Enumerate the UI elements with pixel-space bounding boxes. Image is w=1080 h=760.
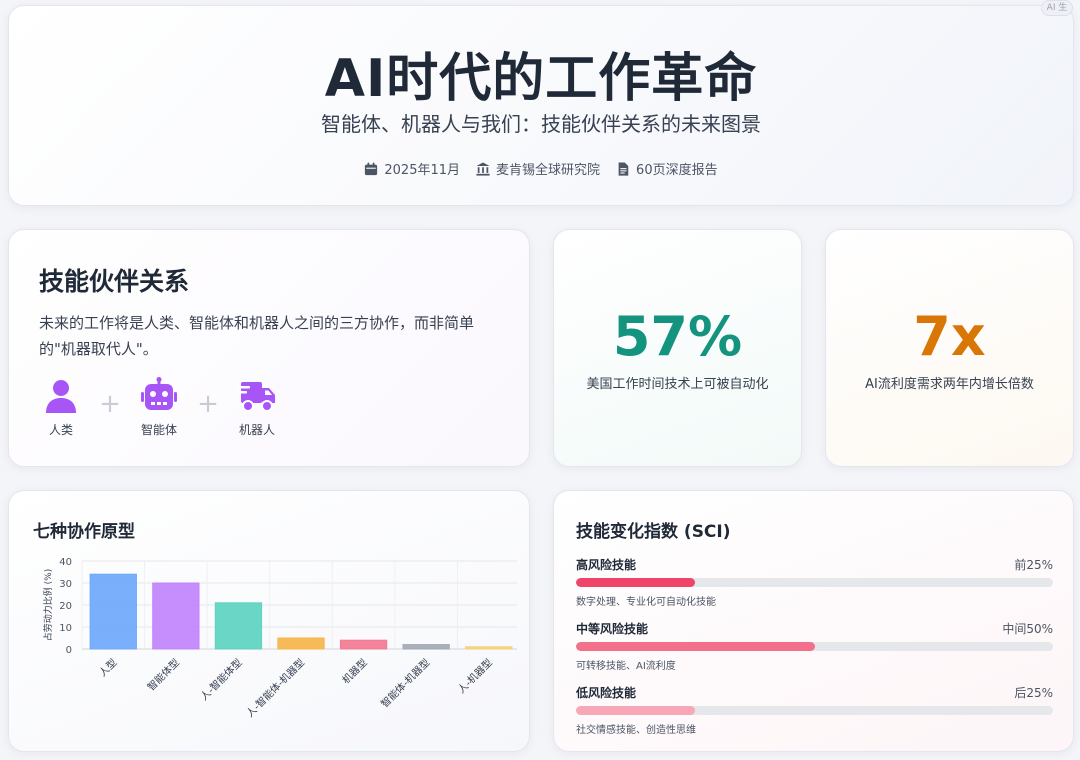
y-tick-label: 20 — [59, 601, 72, 612]
sci-progress-fill — [576, 578, 696, 587]
y-tick-label: 10 — [59, 623, 72, 634]
meta-date: 2025年11月 — [364, 159, 460, 178]
header-card: AI 生 AI时代的工作革命 智能体、机器人与我们：技能伙伴关系的未来图景 20… — [8, 0, 1074, 206]
y-tick-label: 0 — [66, 645, 72, 656]
sci-item-low: 低风险技能 后25% 社交情感技能、创造性思维 — [576, 684, 1053, 736]
plus-icon: + — [197, 389, 219, 419]
stat-caption: 美国工作时间技术上可被自动化 — [586, 377, 769, 392]
sci-item-name: 低风险技能 — [576, 686, 637, 700]
document-icon — [618, 161, 629, 176]
page-title: AI时代的工作革命 — [324, 49, 758, 109]
sci-item-note: 可转移技能、AI流利度 — [576, 661, 676, 672]
bar — [465, 646, 513, 650]
sci-item-position: 中间50% — [1002, 622, 1053, 636]
partner-agent-label: 智能体 — [140, 423, 177, 437]
sci-title: 技能变化指数 (SCI) — [576, 522, 731, 542]
sci-item-note: 数字处理、专业化可自动化技能 — [576, 597, 716, 608]
x-tick-label: 机器型 — [339, 656, 369, 686]
sci-item-name: 中等风险技能 — [576, 622, 649, 636]
partner-robot-label: 机器人 — [238, 423, 275, 437]
partnership-description: 未来的工作将是人类、智能体和机器人之间的三方协作，而非简单的"机器取代人"。 — [39, 314, 475, 358]
sci-card: 技能变化指数 (SCI) 高风险技能 前25% 数字处理、专业化可自动化技能 中… — [553, 490, 1074, 752]
stat-value: 7x — [913, 305, 986, 368]
partnership-title: 技能伙伴关系 — [39, 267, 190, 296]
sci-progress-fill — [576, 642, 815, 651]
sci-item-position: 前25% — [1014, 558, 1053, 572]
x-tick-label: 智能体-机器型 — [378, 656, 432, 710]
sci-item-note: 社交情感技能、创造性思维 — [576, 725, 696, 736]
corner-badge: AI 生 — [1041, 0, 1073, 16]
x-tick-label: 人-机器型 — [455, 656, 495, 696]
sci-progress-track — [576, 642, 1053, 651]
stat-card-ai-fluency: 7x AI流利度需求两年内增长倍数 — [825, 229, 1074, 467]
bar — [152, 582, 200, 650]
report-meta: 2025年11月 麦肯锡全球研究院 60页深度报告 — [9, 159, 1073, 178]
stat-card-automation: 57% 美国工作时间技术上可被自动化 — [553, 229, 802, 467]
x-tick-label: 人-智能体-机器型 — [243, 656, 307, 720]
meta-institution: 麦肯锡全球研究院 — [476, 159, 600, 178]
archetype-bar-chart: 0 10 20 30 40 人型 智能体型 人-智能体型 人-智能体-机器型 机器型 智能体-机器型… — [42, 557, 517, 720]
bar — [402, 644, 450, 650]
bar — [214, 602, 263, 650]
stat-value: 57% — [612, 305, 743, 368]
y-axis-label: 占劳动力比例 (%) — [42, 569, 54, 641]
sci-progress-track — [576, 706, 1053, 715]
archetype-chart-card: 七种协作原型 0 10 20 30 40 人型 智能体型 人-智能体型 人-智能体-机器型 机器型… — [8, 490, 530, 752]
partner-agent: 智能体 — [133, 377, 185, 438]
partnership-card: 技能伙伴关系 未来的工作将是人类、智能体和机器人之间的三方协作，而非简单的"机器… — [8, 229, 530, 467]
sci-item-name: 高风险技能 — [576, 558, 637, 572]
partner-human: 人类 — [35, 377, 87, 438]
plus-icon: + — [99, 389, 121, 419]
x-tick-label: 智能体型 — [145, 656, 182, 693]
meta-date-text: 2025年11月 — [384, 163, 461, 178]
meta-pages: 60页深度报告 — [616, 159, 718, 178]
page-subtitle: 智能体、机器人与我们：技能伙伴关系的未来图景 — [321, 112, 761, 136]
partner-robot: 机器人 — [231, 377, 283, 438]
y-tick-label: 30 — [59, 579, 72, 590]
sci-item-medium: 中等风险技能 中间50% 可转移技能、AI流利度 — [576, 620, 1053, 672]
x-tick-label: 人型 — [96, 656, 119, 679]
partner-icons-row: 人类 + 智能体 + 机器人 — [35, 377, 283, 438]
meta-pages-text: 60页深度报告 — [636, 163, 718, 178]
sci-item-high: 高风险技能 前25% 数字处理、专业化可自动化技能 — [576, 556, 1053, 608]
sci-progress-track — [576, 578, 1053, 587]
calendar-icon — [365, 161, 378, 175]
bar — [89, 573, 137, 650]
institution-icon — [476, 161, 490, 176]
truck-icon — [238, 382, 275, 412]
chart-title: 七种协作原型 — [33, 522, 135, 542]
sci-item-position: 后25% — [1014, 686, 1053, 700]
x-tick-label: 人-智能体型 — [197, 656, 244, 703]
sci-progress-fill — [576, 706, 696, 715]
bar — [339, 639, 388, 650]
bar — [277, 637, 325, 650]
person-icon — [46, 380, 76, 413]
robot-icon — [141, 377, 177, 410]
meta-institution-text: 麦肯锡全球研究院 — [496, 163, 601, 178]
partner-human-label: 人类 — [48, 423, 73, 437]
stat-caption: AI流利度需求两年内增长倍数 — [865, 377, 1034, 392]
y-tick-label: 40 — [59, 557, 72, 568]
